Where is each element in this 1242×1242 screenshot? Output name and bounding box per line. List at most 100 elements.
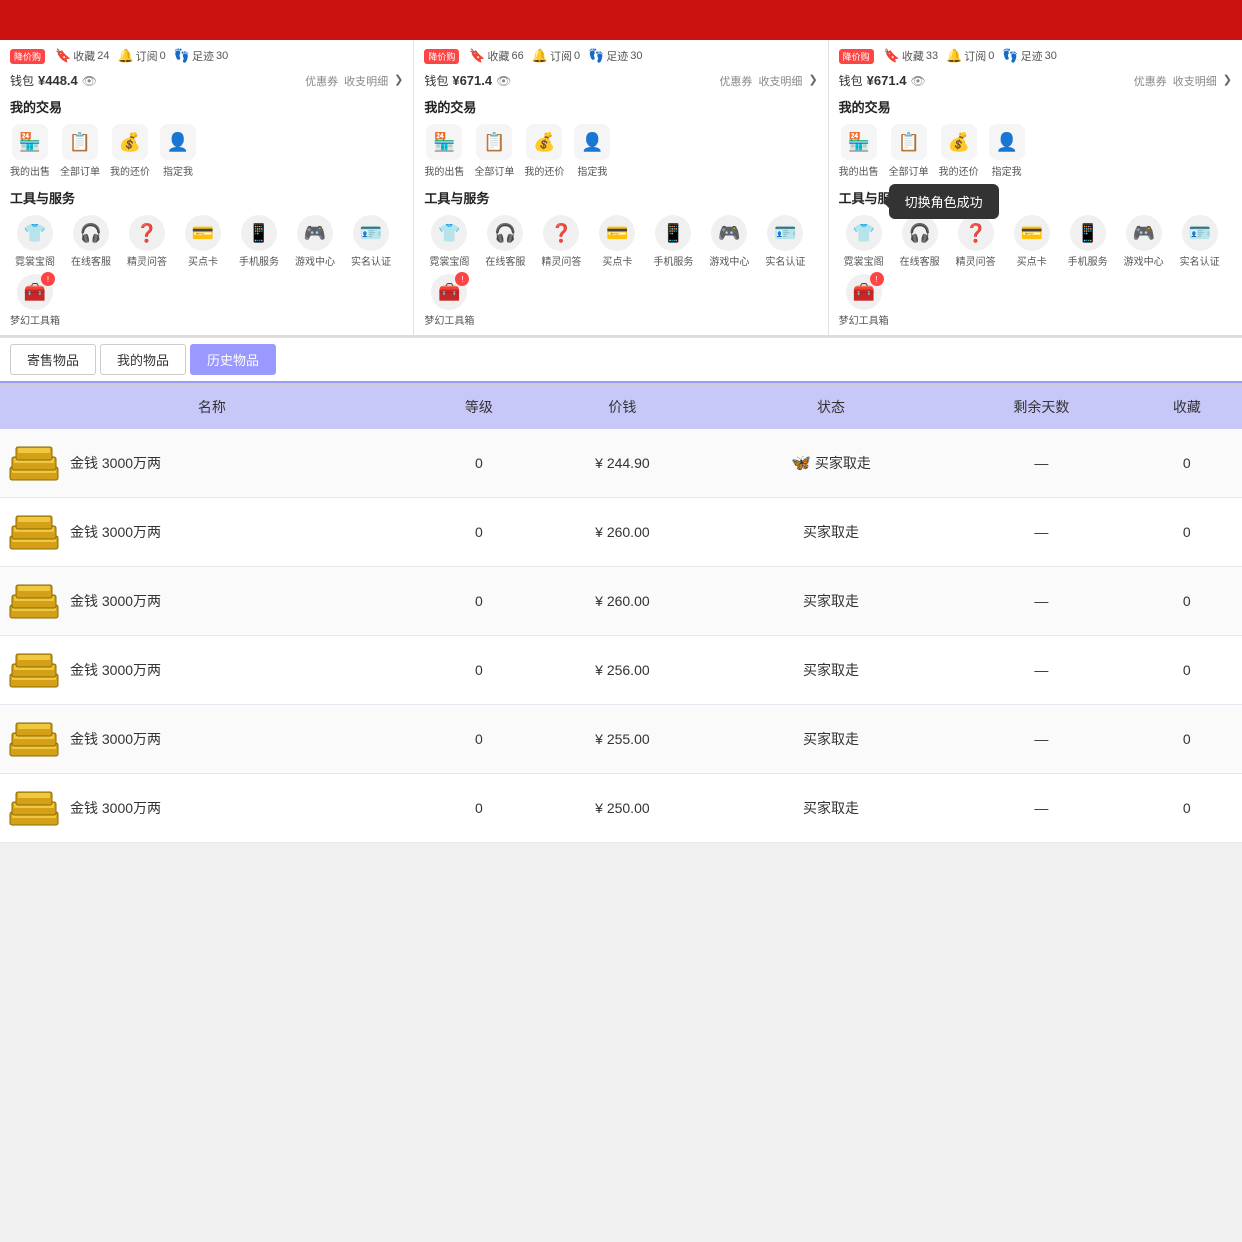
tool-item-2-4[interactable]: 📱 手机服务 (648, 215, 698, 268)
dingyue-stat-3[interactable]: 🔔 订阅 0 (946, 48, 994, 64)
table-row: 金钱 3000万两 0¥ 260.00买家取走—0 (0, 567, 1242, 636)
tool-item-label-3-3: 买点卡 (1017, 253, 1047, 268)
tool-icon-circle-2-3: 💳 (599, 215, 635, 251)
row-0-remaining: — (951, 429, 1131, 498)
trade-item-3-1[interactable]: 📋 全部订单 (889, 124, 929, 178)
tool-item-3-7[interactable]: 🧰 ! 梦幻工具箱 (839, 274, 889, 327)
row-5-name: 金钱 3000万两 (0, 774, 424, 843)
account-panel-2: 降价购 🔖 收藏 66 🔔 订阅 0 👣 足迹 30 (414, 40, 828, 335)
tool-item-3-0[interactable]: 👕 霓裳宝阁 (839, 215, 889, 268)
shoucang-stat-1[interactable]: 🔖 收藏 24 (55, 48, 109, 64)
tool-icon-circle-3-7: 🧰 ! (846, 274, 882, 310)
tool-item-3-5[interactable]: 🎮 游戏中心 (1119, 215, 1169, 268)
trade-icon-circle-3-1: 📋 (891, 124, 927, 160)
wallet-arrow-1[interactable]: ❯ (394, 73, 403, 89)
tool-item-1-3[interactable]: 💳 买点卡 (178, 215, 228, 268)
tool-item-2-0[interactable]: 👕 霓裳宝阁 (424, 215, 474, 268)
tool-item-label-3-2: 精灵问答 (956, 253, 996, 268)
trade-item-2-2[interactable]: 💰 我的还价 (524, 124, 564, 178)
row-1-status: 买家取走 (711, 498, 951, 567)
tab-2[interactable]: 历史物品 (190, 344, 276, 375)
tool-item-label-2-4: 手机服务 (653, 253, 693, 268)
eye-icon-2[interactable]: 👁 (496, 74, 511, 88)
tool-item-3-6[interactable]: 🪪 实名认证 (1175, 215, 1225, 268)
page-header (0, 0, 1242, 40)
tool-item-3-1[interactable]: 🎧 在线客服 (895, 215, 945, 268)
trade-item-2-1[interactable]: 📋 全部订单 (474, 124, 514, 178)
shoucang-stat-3[interactable]: 🔖 收藏 33 (884, 48, 938, 64)
tool-item-label-1-5: 游戏中心 (295, 253, 335, 268)
shoukuan-link-1[interactable]: 收支明细 (344, 73, 388, 89)
shoukuan-link-3[interactable]: 收支明细 (1173, 73, 1217, 89)
trade-item-3-2[interactable]: 💰 我的还价 (939, 124, 979, 178)
trade-item-label-1-2: 我的还价 (110, 163, 150, 178)
tool-item-2-2[interactable]: ❓ 精灵问答 (536, 215, 586, 268)
trade-item-1-0[interactable]: 🏪 我的出售 (10, 124, 50, 178)
wallet-arrow-2[interactable]: ❯ (808, 73, 817, 89)
shoucang-stat-2[interactable]: 🔖 收藏 66 (469, 48, 523, 64)
shoukuan-link-2[interactable]: 收支明细 (758, 73, 802, 89)
gold-bars-icon-2 (8, 581, 60, 621)
tool-item-1-6[interactable]: 🪪 实名认证 (346, 215, 396, 268)
item-name-cell-4: 金钱 3000万两 (8, 719, 416, 759)
dingyue-stat-2[interactable]: 🔔 订阅 0 (532, 48, 580, 64)
tool-item-2-5[interactable]: 🎮 游戏中心 (704, 215, 754, 268)
tool-item-1-1[interactable]: 🎧 在线客服 (66, 215, 116, 268)
tool-icon-circle-2-5: 🎮 (711, 215, 747, 251)
shoucang-label-1: 收藏 (73, 48, 95, 64)
tool-item-1-0[interactable]: 👕 霓裳宝阁 (10, 215, 60, 268)
dingyue-count-3: 0 (988, 50, 994, 62)
tool-item-label-3-0: 霓裳宝阁 (844, 253, 884, 268)
tab-1[interactable]: 我的物品 (100, 344, 186, 375)
table-section: 名称等级价钱状态剩余天数收藏 金钱 3000万两 0¥ 244.90 🦋 买家取… (0, 385, 1242, 843)
tool-item-label-1-7: 梦幻工具箱 (10, 312, 60, 327)
tool-item-3-2[interactable]: ❓ 精灵问答 (951, 215, 1001, 268)
shoucang-icon-2: 🔖 (469, 48, 485, 64)
tool-icon-circle-1-7: 🧰 ! (17, 274, 53, 310)
eye-icon-3[interactable]: 👁 (910, 74, 925, 88)
item-name-cell-0: 金钱 3000万两 (8, 443, 416, 483)
tool-item-1-4[interactable]: 📱 手机服务 (234, 215, 284, 268)
tool-item-2-1[interactable]: 🎧 在线客服 (480, 215, 530, 268)
tool-item-2-7[interactable]: 🧰 ! 梦幻工具箱 (424, 274, 474, 327)
trade-item-3-3[interactable]: 👤 指定我 (989, 124, 1025, 178)
youhuiquan-link-2[interactable]: 优惠券 (719, 73, 752, 89)
trade-item-3-0[interactable]: 🏪 我的出售 (839, 124, 879, 178)
trade-item-1-1[interactable]: 📋 全部订单 (60, 124, 100, 178)
trade-icons-3: 🏪 我的出售 📋 全部订单 💰 我的还价 👤 指定我 (839, 124, 1232, 178)
wallet-left-2: 钱包 ¥671.4 👁 (424, 72, 511, 89)
trade-item-1-2[interactable]: 💰 我的还价 (110, 124, 150, 178)
zuji-stat-3[interactable]: 👣 足迹 30 (1002, 48, 1056, 64)
tool-item-1-5[interactable]: 🎮 游戏中心 (290, 215, 340, 268)
trade-item-label-3-3: 指定我 (992, 163, 1022, 178)
item-name-cell-1: 金钱 3000万两 (8, 512, 416, 552)
dingyue-stat-1[interactable]: 🔔 订阅 0 (117, 48, 165, 64)
shoucang-icon-1: 🔖 (55, 48, 71, 64)
youhuiquan-link-1[interactable]: 优惠券 (305, 73, 338, 89)
youhuiquan-link-3[interactable]: 优惠券 (1134, 73, 1167, 89)
zuji-stat-1[interactable]: 👣 足迹 30 (174, 48, 228, 64)
wallet-arrow-3[interactable]: ❯ (1223, 73, 1232, 89)
zuji-label-2: 足迹 (606, 48, 628, 64)
trade-icon-circle-3-0: 🏪 (841, 124, 877, 160)
tab-0[interactable]: 寄售物品 (10, 344, 96, 375)
eye-icon-1[interactable]: 👁 (82, 74, 97, 88)
tools-icons-2: 👕 霓裳宝阁 🎧 在线客服 (424, 215, 817, 327)
tool-icon-circle-3-5: 🎮 (1126, 215, 1162, 251)
trade-item-1-3[interactable]: 👤 指定我 (160, 124, 196, 178)
tool-item-2-3[interactable]: 💳 买点卡 (592, 215, 642, 268)
trade-item-2-0[interactable]: 🏪 我的出售 (424, 124, 464, 178)
zuji-stat-2[interactable]: 👣 足迹 30 (588, 48, 642, 64)
tool-item-2-6[interactable]: 🪪 实名认证 (760, 215, 810, 268)
tool-item-3-3[interactable]: 💳 买点卡 (1007, 215, 1057, 268)
tool-item-3-4[interactable]: 📱 手机服务 (1063, 215, 1113, 268)
row-3-status: 买家取走 (711, 636, 951, 705)
row-4-level: 0 (424, 705, 534, 774)
tools-row-3: 工具与服务 切换角色成功 👕 霓裳宝阁 🎧 (839, 188, 1232, 327)
tool-item-1-2[interactable]: ❓ 精灵问答 (122, 215, 172, 268)
trade-item-2-3[interactable]: 👤 指定我 (574, 124, 610, 178)
row-4-remaining: — (951, 705, 1131, 774)
row-0-status: 🦋 买家取走 (711, 429, 951, 498)
tool-item-1-7[interactable]: 🧰 ! 梦幻工具箱 (10, 274, 60, 327)
tool-item-label-1-0: 霓裳宝阁 (15, 253, 55, 268)
